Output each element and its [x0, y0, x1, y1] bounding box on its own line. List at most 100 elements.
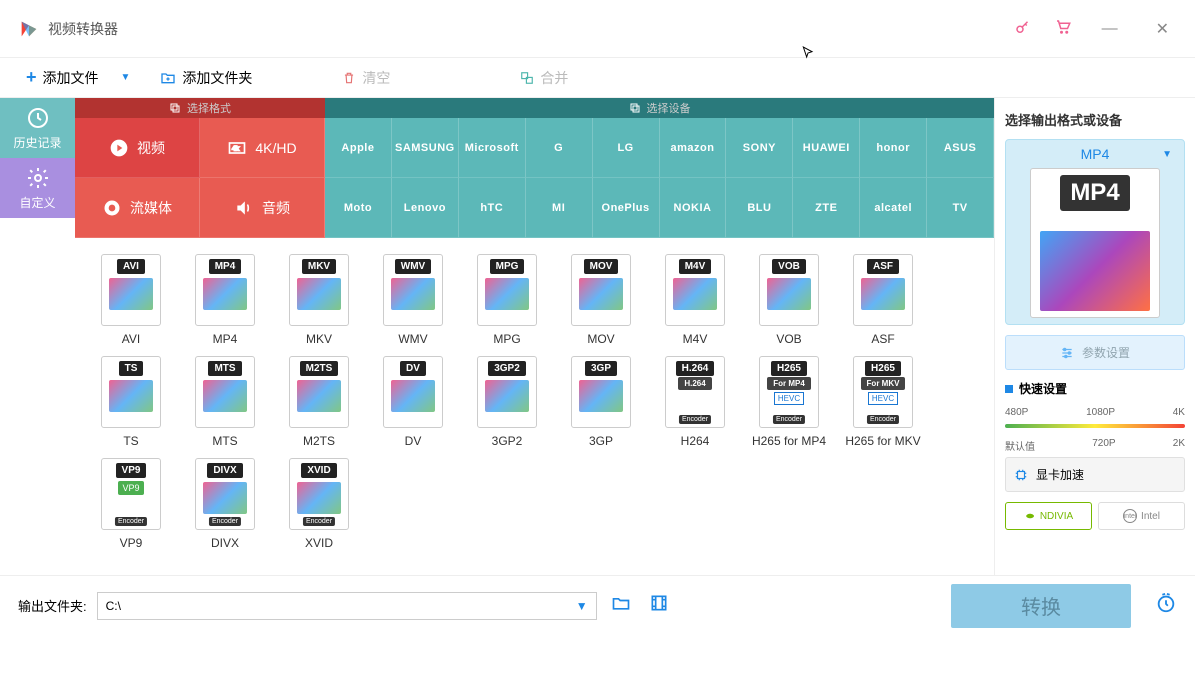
brand-zte[interactable]: ZTE	[793, 178, 860, 238]
convert-label: 转换	[1021, 591, 1061, 620]
format-wmv[interactable]: WMVWMV	[373, 254, 453, 346]
nvidia-icon	[1024, 510, 1036, 522]
film-button[interactable]	[645, 589, 673, 622]
format-dv[interactable]: DVDV	[373, 356, 453, 448]
output-folder-label: 输出文件夹:	[18, 596, 87, 615]
chip-icon	[1014, 468, 1028, 482]
output-preview-card[interactable]: MP4 ▼ MP4	[1005, 139, 1185, 325]
gpu-label: 显卡加速	[1036, 466, 1084, 483]
brand-mi[interactable]: MI	[526, 178, 593, 238]
brand-lenovo[interactable]: Lenovo	[392, 178, 459, 238]
device-icon	[629, 102, 641, 114]
format-mpg[interactable]: MPGMPG	[467, 254, 547, 346]
brand-tv[interactable]: TV	[927, 178, 994, 238]
resolution-slider[interactable]: 480P 1080P 4K 默认值 720P 2K	[1005, 407, 1185, 447]
sliders-icon	[1060, 346, 1074, 360]
brand-g[interactable]: G	[526, 118, 593, 178]
sidebar-custom-label: 自定义	[19, 194, 55, 211]
brand-huawei[interactable]: HUAWEI	[793, 118, 860, 178]
output-path-value: C:\	[106, 599, 121, 613]
format-h264[interactable]: H.264H.264EncoderH264	[655, 356, 735, 448]
format-3gp2[interactable]: 3GP23GP2	[467, 356, 547, 448]
type-stream-button[interactable]: 流媒体	[75, 178, 200, 238]
param-settings-button[interactable]: 参数设置	[1005, 335, 1185, 370]
type-video-button[interactable]: 视频	[75, 118, 200, 178]
format-mp4[interactable]: MP4MP4	[185, 254, 265, 346]
speaker-icon	[234, 198, 254, 218]
format-3gp[interactable]: 3GP3GP	[561, 356, 641, 448]
schedule-button[interactable]	[1155, 592, 1177, 620]
play-icon	[109, 138, 129, 158]
merge-button[interactable]: 合并	[512, 64, 576, 92]
format-vp9[interactable]: VP9VP9EncoderVP9	[91, 458, 171, 550]
minimize-button[interactable]: —	[1094, 16, 1126, 42]
brand-amazon[interactable]: amazon	[660, 118, 727, 178]
open-folder-button[interactable]	[607, 589, 635, 622]
convert-button[interactable]: 转换	[951, 584, 1131, 628]
format-mts[interactable]: MTSMTS	[185, 356, 265, 448]
add-file-dropdown-icon[interactable]: ▼	[121, 72, 131, 83]
res-1080p: 1080P	[1086, 407, 1115, 418]
res-4k: 4K	[1173, 407, 1185, 418]
res-2k: 2K	[1173, 438, 1185, 453]
param-label: 参数设置	[1082, 344, 1130, 361]
brand-oneplus[interactable]: OnePlus	[593, 178, 660, 238]
chevron-down-icon: ▼	[576, 599, 588, 613]
type-hd-button[interactable]: 4k 4K/HD	[200, 118, 325, 178]
format-asf[interactable]: ASFASF	[843, 254, 923, 346]
chrome-icon	[102, 198, 122, 218]
sidebar: 历史记录 自定义	[0, 98, 75, 575]
nvidia-chip[interactable]: NDIVIA	[1005, 502, 1092, 530]
trash-icon	[342, 71, 356, 85]
format-m4v[interactable]: M4VM4V	[655, 254, 735, 346]
format-xvid[interactable]: XVIDEncoderXVID	[279, 458, 359, 550]
format-h265-for-mkv[interactable]: H265For MKVHEVCEncoderH265 for MKV	[843, 356, 923, 448]
device-header-label: 选择设备	[647, 100, 691, 116]
output-dropdown-icon[interactable]: ▼	[1162, 149, 1172, 160]
add-folder-button[interactable]: 添加文件夹	[152, 64, 260, 92]
svg-text:4k: 4k	[232, 145, 240, 152]
brand-asus[interactable]: ASUS	[927, 118, 994, 178]
type-audio-button[interactable]: 音频	[200, 178, 325, 238]
output-path-dropdown[interactable]: C:\ ▼	[97, 592, 597, 620]
bullet-icon	[1005, 385, 1013, 393]
key-icon[interactable]	[1014, 18, 1032, 39]
format-header: 选择格式	[75, 98, 325, 118]
brand-alcatel[interactable]: alcatel	[860, 178, 927, 238]
intel-chip[interactable]: intel Intel	[1098, 502, 1185, 530]
intel-icon: intel	[1123, 509, 1137, 523]
output-selected-label: MP4	[1081, 146, 1110, 162]
brand-microsoft[interactable]: Microsoft	[459, 118, 526, 178]
folder-plus-icon	[160, 70, 176, 86]
brand-apple[interactable]: Apple	[325, 118, 392, 178]
brand-sony[interactable]: SONY	[726, 118, 793, 178]
sidebar-history-button[interactable]: 历史记录	[0, 98, 75, 158]
res-default: 默认值	[1005, 438, 1035, 453]
brand-blu[interactable]: BLU	[726, 178, 793, 238]
brand-htc[interactable]: hTC	[459, 178, 526, 238]
sidebar-custom-button[interactable]: 自定义	[0, 158, 75, 218]
quick-label: 快速设置	[1019, 380, 1067, 397]
preview-thumbnail	[1040, 231, 1150, 311]
brand-samsung[interactable]: SAMSUNG	[392, 118, 459, 178]
panel-title: 选择输出格式或设备	[1005, 110, 1185, 129]
cart-icon[interactable]	[1054, 18, 1072, 39]
format-mov[interactable]: MOVMOV	[561, 254, 641, 346]
brand-nokia[interactable]: NOKIA	[660, 178, 727, 238]
format-avi[interactable]: AVIAVI	[91, 254, 171, 346]
brand-moto[interactable]: Moto	[325, 178, 392, 238]
brand-lg[interactable]: LG	[593, 118, 660, 178]
format-m2ts[interactable]: M2TSM2TS	[279, 356, 359, 448]
format-divx[interactable]: DIVXEncoderDIVX	[185, 458, 265, 550]
clear-button[interactable]: 清空	[334, 64, 398, 92]
brand-honor[interactable]: honor	[860, 118, 927, 178]
format-ts[interactable]: TSTS	[91, 356, 171, 448]
close-button[interactable]: ✕	[1148, 15, 1177, 43]
gear-icon	[26, 166, 50, 190]
format-header-label: 选择格式	[187, 100, 231, 116]
gpu-accel-button[interactable]: 显卡加速	[1005, 457, 1185, 492]
add-file-button[interactable]: + 添加文件	[18, 63, 107, 92]
format-vob[interactable]: VOBVOB	[749, 254, 829, 346]
format-mkv[interactable]: MKVMKV	[279, 254, 359, 346]
format-h265-for-mp4[interactable]: H265For MP4HEVCEncoderH265 for MP4	[749, 356, 829, 448]
